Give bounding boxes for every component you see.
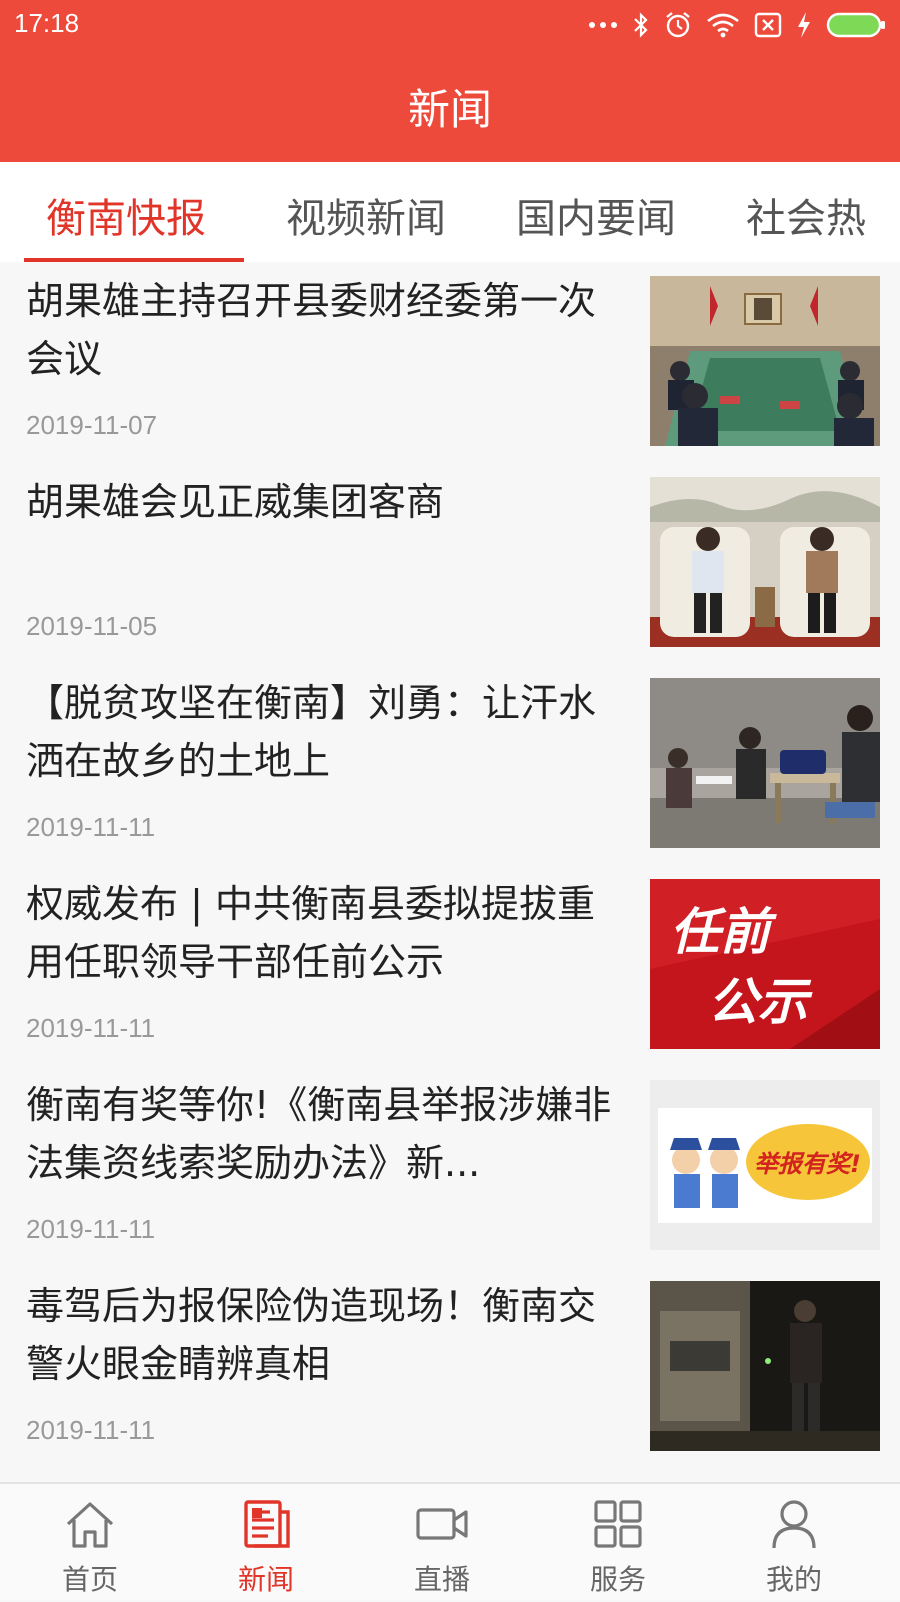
news-item[interactable]: 【脱贫攻坚在衡南】刘勇：让汗水洒在故乡的土地上 2019-11-11 [0,664,900,869]
night-scene-photo [650,1281,880,1451]
nav-news[interactable]: 新闻 [176,1484,356,1602]
bottom-nav: 首页 新闻 直播 服务 我的 [0,1482,900,1600]
news-date: 2019-11-05 [26,611,158,641]
news-date: 2019-11-11 [26,1214,156,1244]
cartoon-caption: 举报有奖! [754,1150,861,1178]
news-title: 权威发布 | 中共衡南县委拟提拔重用任职领导干部任前公示 [26,882,595,984]
bluetooth-icon [634,12,648,38]
grid-icon [594,1500,642,1548]
page-title: 新闻 [407,85,492,134]
news-item[interactable]: 胡果雄主持召开县委财经委第一次会议 2019-11-07 [0,262,900,467]
news-date: 2019-11-07 [26,410,158,440]
meeting-room-photo [650,276,880,446]
wifi-icon [707,13,739,38]
news-item[interactable]: 毒驾后为报保险伪造现场！衡南交警火眼金睛辨真相 2019-11-11 [0,1267,900,1472]
news-date: 2019-11-11 [26,812,156,842]
tab-domestic-news[interactable]: 国内要闻 [516,186,676,244]
nav-services[interactable]: 服务 [528,1484,708,1602]
banner-line-1: 任前 [670,902,777,961]
news-title: 胡果雄主持召开县委财经委第一次会议 [26,279,597,381]
no-sim-icon [754,12,782,38]
news-icon [244,1500,290,1548]
home-icon [66,1502,114,1548]
tab-social-hot[interactable]: 社会热 [746,186,866,244]
news-item[interactable]: 胡果雄会见正威集团客商 2019-11-05 [0,463,900,668]
nav-home[interactable]: 首页 [0,1484,180,1602]
news-title: 衡南有奖等你!《衡南县举报涉嫌非法集资线索奖励办法》新... [26,1083,612,1185]
status-bar: 17:18 [0,0,900,50]
nav-label: 服务 [589,1563,646,1596]
tab-video-news[interactable]: 视频新闻 [286,186,446,244]
charging-icon [798,12,810,38]
announcement-banner: 任前 公示 [650,879,880,1049]
report-reward-cartoon: 举报有奖! [650,1080,880,1250]
nav-profile[interactable]: 我的 [704,1484,884,1602]
more-dots-icon [589,22,617,28]
reception-photo [650,477,880,647]
news-list: 胡果雄主持召开县委财经委第一次会议 2019-11-07 胡果雄会见正威集团客商… [0,262,900,1482]
news-title: 【脱贫攻坚在衡南】刘勇：让汗水洒在故乡的土地上 [26,681,597,783]
news-date: 2019-11-11 [26,1013,156,1043]
news-title: 胡果雄会见正威集团客商 [26,480,445,524]
alarm-icon [666,12,690,38]
village-visit-photo [650,678,880,848]
battery-icon [826,12,885,38]
tab-hengnan-express[interactable]: 衡南快报 [46,186,206,244]
status-time: 17:18 [14,8,80,38]
banner-line-2: 公示 [708,972,813,1031]
news-date: 2019-11-11 [26,1415,156,1445]
news-item[interactable]: 权威发布 | 中共衡南县委拟提拔重用任职领导干部任前公示 2019-11-11 … [0,865,900,1070]
category-tabs: 衡南快报 视频新闻 国内要闻 社会热 [0,162,900,262]
nav-label: 首页 [61,1563,118,1596]
nav-label: 我的 [765,1563,822,1596]
news-item[interactable]: 衡南有奖等你!《衡南县举报涉嫌非法集资线索奖励办法》新... 2019-11-1… [0,1066,900,1271]
nav-live[interactable]: 直播 [352,1484,532,1602]
person-icon [772,1500,816,1549]
status-icons [588,8,886,42]
news-title: 毒驾后为报保险伪造现场！衡南交警火眼金睛辨真相 [26,1284,597,1386]
nav-label: 新闻 [237,1563,294,1596]
app-header: 新闻 [0,50,900,162]
nav-label: 直播 [413,1563,470,1596]
video-camera-icon [416,1508,468,1540]
